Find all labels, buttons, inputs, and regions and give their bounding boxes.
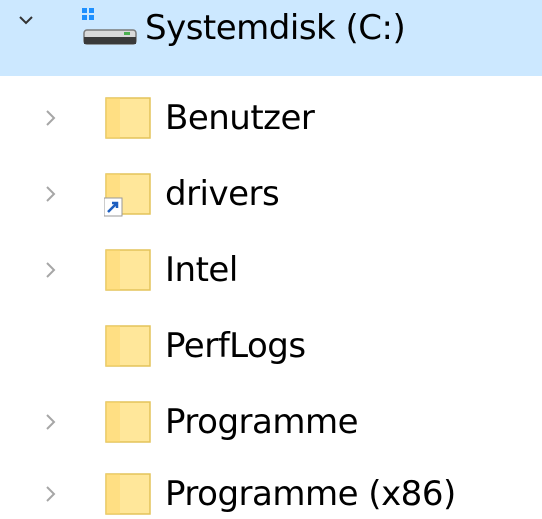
folder-icon [105,473,151,515]
tree-item-label: drivers [165,174,280,214]
tree-item-label: Programme (x86) [165,474,456,514]
tree-item-perflogs[interactable]: PerfLogs [0,308,542,384]
folder-icon [105,325,151,367]
chevron-right-icon[interactable] [40,484,60,504]
tree-item-label: PerfLogs [165,326,306,366]
chevron-right-icon[interactable] [40,184,60,204]
chevron-down-icon[interactable] [16,10,36,30]
folder-icon [105,97,151,139]
tree-item-drivers[interactable]: drivers [0,156,542,232]
tree-item-systemdisk-c[interactable]: Systemdisk (C:) [0,0,542,76]
folder-tree: Systemdisk (C:) Benutzer drivers Intel P… [0,0,542,519]
tree-item-benutzer[interactable]: Benutzer [0,80,542,156]
tree-item-label: Systemdisk (C:) [145,8,406,48]
tree-item-label: Benutzer [165,98,315,138]
chevron-right-icon[interactable] [40,108,60,128]
folder-shortcut-icon [104,173,151,217]
folder-icon [105,249,151,291]
chevron-right-icon[interactable] [40,260,60,280]
tree-item-programme[interactable]: Programme [0,384,542,460]
drive-icon [82,8,137,45]
tree-item-programme-x86[interactable]: Programme (x86) [0,456,542,519]
tree-item-label: Programme [165,402,359,442]
chevron-right-icon[interactable] [40,412,60,432]
folder-icon [105,401,151,443]
tree-item-label: Intel [165,250,238,290]
tree-item-intel[interactable]: Intel [0,232,542,308]
